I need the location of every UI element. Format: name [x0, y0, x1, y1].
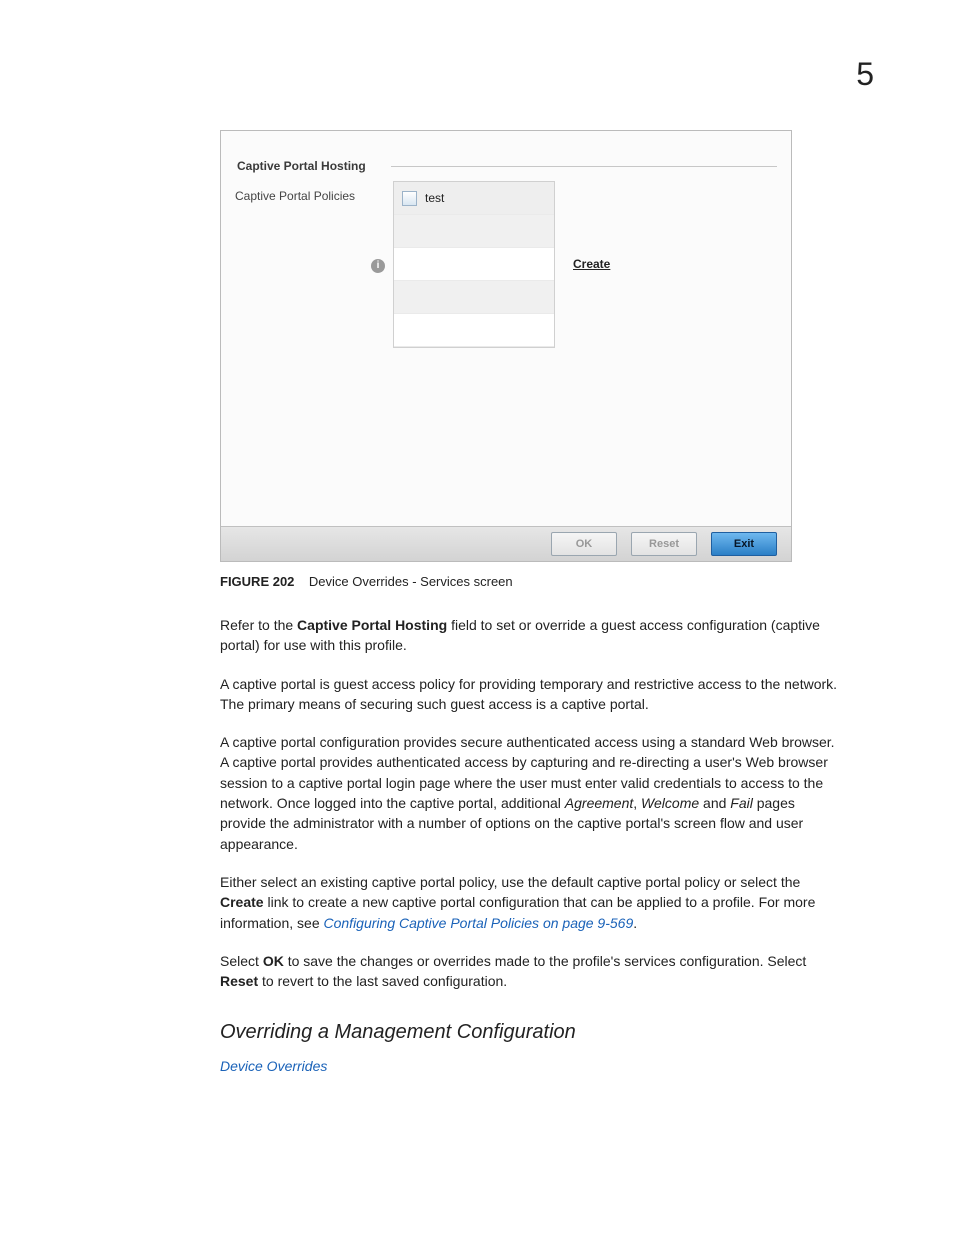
- ok-button[interactable]: OK: [551, 532, 617, 556]
- policies-label: Captive Portal Policies: [235, 189, 355, 203]
- figure-label: FIGURE 202: [220, 574, 294, 589]
- paragraph: A captive portal configuration provides …: [220, 732, 844, 854]
- create-link[interactable]: Create: [573, 257, 610, 271]
- paragraph: Either select an existing captive portal…: [220, 872, 844, 933]
- list-item[interactable]: [394, 215, 554, 248]
- list-item[interactable]: [394, 314, 554, 347]
- group-divider: [391, 166, 777, 167]
- reset-button[interactable]: Reset: [631, 532, 697, 556]
- group-legend: Captive Portal Hosting: [233, 159, 370, 173]
- figure-services-screen: Captive Portal Hosting Captive Portal Po…: [220, 130, 792, 562]
- list-item[interactable]: test: [394, 182, 554, 215]
- link-device-overrides[interactable]: Device Overrides: [220, 1058, 844, 1074]
- list-item[interactable]: [394, 248, 554, 281]
- paragraph: Refer to the Captive Portal Hosting fiel…: [220, 615, 844, 656]
- list-item-label: test: [425, 191, 444, 205]
- figure-caption-text: Device Overrides - Services screen: [309, 574, 513, 589]
- exit-button[interactable]: Exit: [711, 532, 777, 556]
- captive-portal-policies-list[interactable]: test: [393, 181, 555, 348]
- info-icon[interactable]: i: [371, 259, 385, 273]
- link-captive-portal-policies[interactable]: Configuring Captive Portal Policies on p…: [324, 915, 634, 931]
- list-item[interactable]: [394, 281, 554, 314]
- paragraph: Select OK to save the changes or overrid…: [220, 951, 844, 992]
- page-number: 5: [856, 56, 874, 93]
- checkbox-icon[interactable]: [402, 191, 417, 206]
- figure-caption: FIGURE 202 Device Overrides - Services s…: [220, 574, 844, 589]
- paragraph: A captive portal is guest access policy …: [220, 674, 844, 715]
- button-bar: OK Reset Exit: [221, 526, 791, 561]
- subheading-management-config: Overriding a Management Configuration: [220, 1021, 844, 1044]
